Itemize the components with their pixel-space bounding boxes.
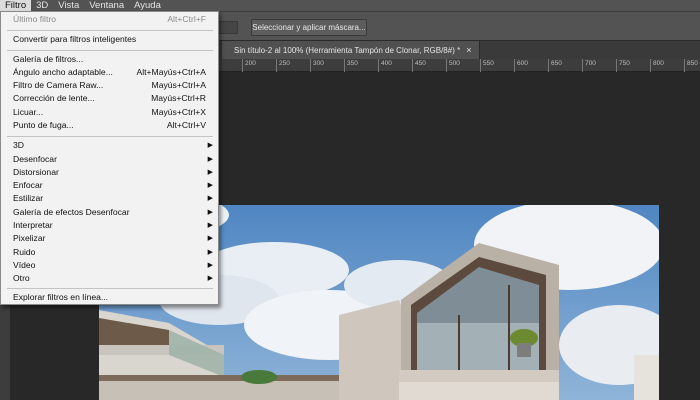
- menu-separator: [7, 30, 213, 31]
- menu-item-label: Estilizar: [13, 193, 44, 203]
- menu-item-lens-correction[interactable]: Corrección de lente... Mayús+Ctrl+R: [1, 92, 218, 105]
- menu-item-smart-filters[interactable]: Convertir para filtros inteligentes: [1, 33, 218, 46]
- menu-separator: [7, 50, 213, 51]
- menu-item-label: Ruido: [13, 247, 36, 257]
- menu-item-label: Licuar...: [13, 107, 44, 117]
- submenu-arrow-icon: ▶: [207, 235, 213, 242]
- menu-item-vanishing-point[interactable]: Punto de fuga... Alt+Ctrl+V: [1, 119, 218, 132]
- ruler-label: 400: [378, 59, 392, 72]
- document-tab[interactable]: Sin título-2 al 100% (Herramienta Tampón…: [222, 41, 480, 59]
- menu-ventana[interactable]: Ventana: [84, 0, 129, 11]
- menu-item-shortcut: Mayús+Ctrl+R: [151, 93, 206, 103]
- ruler-label: 300: [310, 59, 324, 72]
- menu-item-shortcut: Mayús+Ctrl+X: [151, 107, 206, 117]
- menu-separator: [7, 136, 213, 137]
- submenu-arrow-icon: ▶: [207, 222, 213, 229]
- submenu-arrow-icon: ▶: [207, 209, 213, 216]
- menu-ayuda[interactable]: Ayuda: [129, 0, 166, 11]
- submenu-video[interactable]: Vídeo ▶: [1, 259, 218, 272]
- menu-item-label: Pixelizar: [13, 233, 46, 243]
- submenu-arrow-icon: ▶: [207, 249, 213, 256]
- menu-item-liquify[interactable]: Licuar... Mayús+Ctrl+X: [1, 106, 218, 119]
- document-tab-title: Sin título-2 al 100% (Herramienta Tampón…: [234, 45, 461, 55]
- menu-item-label: Enfocar: [13, 180, 43, 190]
- menu-item-label: Galería de efectos Desenfocar: [13, 207, 130, 217]
- submenu-arrow-icon: ▶: [207, 262, 213, 269]
- menu-item-shortcut: Alt+Ctrl+F: [167, 14, 206, 24]
- menu-item-camera-raw[interactable]: Filtro de Camera Raw... Mayús+Ctrl+A: [1, 79, 218, 92]
- menu-item-shortcut: Alt+Ctrl+V: [166, 120, 206, 130]
- select-and-mask-button[interactable]: Seleccionar y aplicar máscara...: [251, 19, 367, 36]
- submenu-desenfocar[interactable]: Desenfocar ▶: [1, 153, 218, 166]
- menu-item-adaptive-wide-angle[interactable]: Ángulo ancho adaptable... Alt+Mayús+Ctrl…: [1, 66, 218, 79]
- menu-item-label: Explorar filtros en línea...: [13, 292, 109, 302]
- submenu-enfocar[interactable]: Enfocar ▶: [1, 179, 218, 192]
- menu-item-shortcut: Mayús+Ctrl+A: [151, 80, 206, 90]
- submenu-arrow-icon: ▶: [207, 142, 213, 149]
- menu-item-label: 3D: [13, 140, 24, 150]
- menu-item-label: Interpretar: [13, 220, 53, 230]
- submenu-ruido[interactable]: Ruido ▶: [1, 246, 218, 259]
- menu-3d[interactable]: 3D: [31, 0, 53, 11]
- menu-item-label: Desenfocar: [13, 154, 57, 164]
- menu-item-label: Corrección de lente...: [13, 93, 95, 103]
- submenu-interpretar[interactable]: Interpretar ▶: [1, 219, 218, 232]
- menu-item-label: Ángulo ancho adaptable...: [13, 67, 113, 77]
- menu-item-label: Último filtro: [13, 14, 56, 24]
- ruler-label: 450: [412, 59, 426, 72]
- submenu-arrow-icon: ▶: [207, 169, 213, 176]
- menu-item-filter-gallery[interactable]: Galería de filtros...: [1, 53, 218, 66]
- ruler-label: 550: [480, 59, 494, 72]
- submenu-estilizar[interactable]: Estilizar ▶: [1, 192, 218, 205]
- close-tab-icon[interactable]: ×: [466, 45, 471, 55]
- options-field[interactable]: [218, 21, 238, 34]
- ruler-label: 600: [514, 59, 528, 72]
- ruler-label: 650: [548, 59, 562, 72]
- submenu-arrow-icon: ▶: [207, 275, 213, 282]
- menu-bar: Filtro 3D Vista Ventana Ayuda: [0, 0, 700, 11]
- submenu-otro[interactable]: Otro ▶: [1, 272, 218, 285]
- ruler-label: 250: [276, 59, 290, 72]
- menu-vista[interactable]: Vista: [53, 0, 84, 11]
- ruler-label: 500: [446, 59, 460, 72]
- ruler-label: 800: [650, 59, 664, 72]
- submenu-arrow-icon: ▶: [207, 182, 213, 189]
- submenu-arrow-icon: ▶: [207, 156, 213, 163]
- submenu-arrow-icon: ▶: [207, 195, 213, 202]
- ruler-label: 700: [582, 59, 596, 72]
- menu-item-last-filter[interactable]: Último filtro Alt+Ctrl+F: [1, 13, 218, 26]
- ruler-label: 350: [344, 59, 358, 72]
- menu-item-label: Vídeo: [13, 260, 36, 270]
- submenu-blur-gallery[interactable]: Galería de efectos Desenfocar ▶: [1, 206, 218, 219]
- menu-item-label: Distorsionar: [13, 167, 59, 177]
- menu-item-label: Filtro de Camera Raw...: [13, 80, 104, 90]
- filter-menu: Último filtro Alt+Ctrl+F Convertir para …: [0, 11, 219, 305]
- menu-item-label: Convertir para filtros inteligentes: [13, 34, 137, 44]
- ruler-label: 750: [616, 59, 630, 72]
- menu-item-label: Otro: [13, 273, 30, 283]
- submenu-distorsionar[interactable]: Distorsionar ▶: [1, 166, 218, 179]
- ruler-label: 850: [684, 59, 698, 72]
- menu-item-browse-online[interactable]: Explorar filtros en línea...: [1, 291, 218, 304]
- menu-filtro[interactable]: Filtro: [0, 0, 32, 11]
- menu-item-shortcut: Alt+Mayús+Ctrl+A: [136, 67, 207, 77]
- submenu-3d[interactable]: 3D ▶: [1, 139, 218, 152]
- menu-item-label: Galería de filtros...: [13, 54, 84, 64]
- menu-item-label: Punto de fuga...: [13, 120, 74, 130]
- submenu-pixelizar[interactable]: Pixelizar ▶: [1, 232, 218, 245]
- ruler-label: 200: [242, 59, 256, 72]
- menu-separator: [7, 288, 213, 289]
